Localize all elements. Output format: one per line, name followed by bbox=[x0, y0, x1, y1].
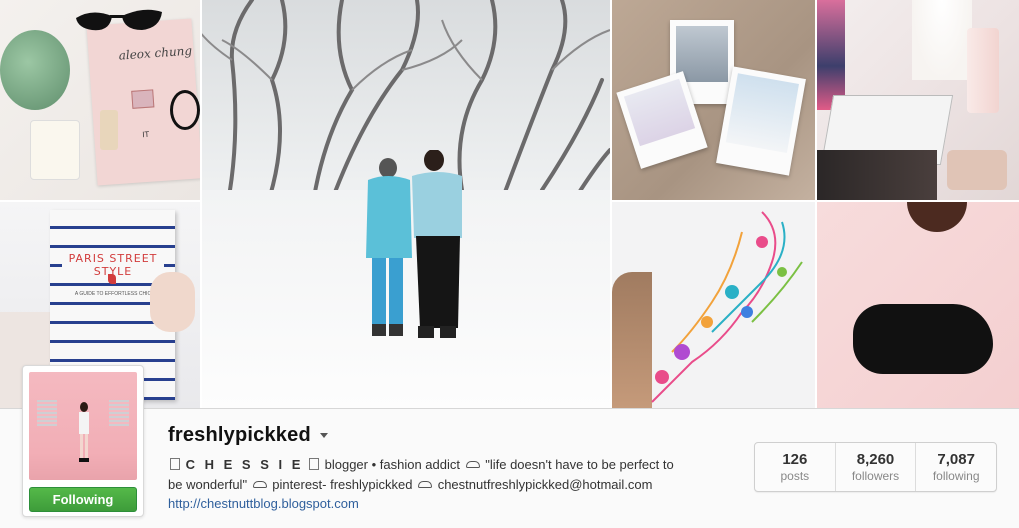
bio-email: chestnutfreshlypickked@hotmail.com bbox=[437, 477, 653, 492]
hand-image bbox=[150, 272, 195, 332]
photo-desk[interactable] bbox=[817, 0, 1019, 200]
profile-stats: 126 posts 8,260 followers 7,087 followin… bbox=[754, 442, 997, 492]
book-subtitle-text: A GUIDE TO EFFORTLESS CHIC bbox=[62, 290, 164, 298]
following-button[interactable]: Following bbox=[29, 487, 137, 512]
choker-necklace bbox=[170, 90, 200, 130]
hair-image bbox=[907, 202, 967, 232]
bio-line1: blogger • fashion addict bbox=[324, 457, 464, 472]
lamp-image bbox=[912, 0, 972, 80]
book-title-text: IT bbox=[141, 129, 150, 140]
book-stack bbox=[817, 150, 937, 200]
photo-snow-walk[interactable] bbox=[202, 0, 610, 408]
sunglasses-image bbox=[76, 9, 162, 31]
photo-polaroids[interactable] bbox=[612, 0, 815, 200]
stat-following[interactable]: 7,087 following bbox=[916, 443, 996, 491]
unknown-glyph-icon bbox=[309, 458, 319, 470]
cloud-icon bbox=[418, 481, 433, 488]
paper-cutouts-illustration bbox=[651, 211, 803, 403]
red-shoe-icon bbox=[108, 274, 116, 284]
poster-image bbox=[817, 0, 845, 110]
avatar-person-figure bbox=[79, 402, 89, 462]
following-label: following bbox=[932, 469, 980, 483]
book-eye-image bbox=[131, 89, 155, 109]
compact-mirror bbox=[947, 150, 1007, 190]
person-black-pants bbox=[412, 150, 462, 338]
posts-label: posts bbox=[780, 469, 810, 483]
photo-mosaic: aleox chung IT PARIS STREET STYLE A GUID… bbox=[0, 0, 1019, 408]
candle-jar bbox=[30, 120, 80, 180]
stat-followers[interactable]: 8,260 followers bbox=[836, 443, 917, 491]
bio-pinterest: pinterest- freshlypickked bbox=[272, 477, 417, 492]
vent-image bbox=[109, 400, 129, 426]
photo-sweater[interactable] bbox=[817, 202, 1019, 408]
following-count: 7,087 bbox=[937, 451, 975, 468]
posts-count: 126 bbox=[782, 451, 808, 468]
vent-image bbox=[37, 400, 57, 426]
bio-display-name: C H E S S I E bbox=[185, 457, 304, 472]
book-author-text: aleox chung bbox=[118, 43, 193, 63]
polaroid-photo bbox=[716, 66, 806, 176]
cloud-icon bbox=[465, 461, 480, 468]
person-blue-jacket bbox=[366, 158, 412, 336]
profile-card: Following bbox=[22, 365, 144, 517]
avatar[interactable] bbox=[29, 372, 137, 480]
cloud-icon bbox=[252, 481, 267, 488]
username-row: freshlypickked bbox=[168, 423, 328, 447]
stat-posts[interactable]: 126 posts bbox=[755, 443, 836, 491]
succulent-plant bbox=[0, 30, 70, 110]
photo-flatlay[interactable]: aleox chung IT bbox=[0, 0, 200, 200]
chevron-down-icon[interactable] bbox=[319, 432, 328, 438]
lotion-bottle bbox=[967, 28, 999, 113]
photo-paper-art[interactable] bbox=[612, 202, 815, 408]
username: freshlypickked bbox=[168, 423, 311, 446]
followers-count: 8,260 bbox=[856, 451, 895, 468]
followers-label: followers bbox=[851, 469, 900, 483]
website-link[interactable]: http://chestnuttblog.blogspot.com bbox=[168, 496, 359, 511]
nail-polish bbox=[100, 110, 118, 150]
unknown-glyph-icon bbox=[170, 458, 180, 470]
black-gloves-image bbox=[853, 304, 993, 374]
bio: C H E S S I E blogger • fashion addict "… bbox=[168, 455, 688, 495]
